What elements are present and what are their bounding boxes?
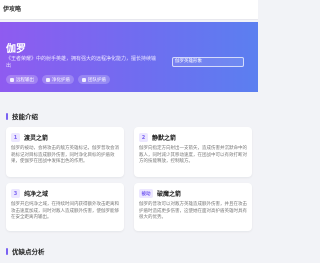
section-marker	[6, 247, 8, 255]
skill-number: 2	[139, 133, 148, 142]
tag-label: 远程输出	[16, 77, 34, 83]
skill-card[interactable]: 2 静默之箭 伽罗向指定方向射出一支箭矢，造成伤害并沉默命中的敌人，同时减少其移…	[134, 127, 252, 177]
skill-title: 渡灵之箭	[24, 135, 49, 142]
tag-icon	[82, 77, 86, 82]
skill-number: 被动	[139, 189, 153, 198]
section-label: 优缺点分析	[12, 248, 45, 256]
skill-description: 伽罗开启纯净之域，在持续时间内获得额外攻击距离和攻击速度加成，同时对敌人造成额外…	[11, 202, 119, 220]
skill-number: 3	[11, 189, 20, 198]
tag-chip[interactable]: 远程输出	[6, 75, 38, 84]
tag-icon	[46, 77, 50, 82]
hero-banner: 伽罗 《王者荣耀》中的射手英雄，拥有强大的远程净化能力，擅长持续输出 远程输出 …	[0, 22, 258, 92]
tag-chip[interactable]: 团队护盾	[78, 75, 110, 84]
skill-card-header: 1 渡灵之箭	[11, 133, 48, 142]
hero-image-alt: 伽罗英雄形象	[175, 59, 202, 64]
hero-image: 伽罗英雄形象	[172, 57, 244, 67]
hero-description: 《王者荣耀》中的射手英雄，拥有强大的远程净化能力，擅长持续输出	[6, 56, 157, 69]
skill-card[interactable]: 1 渡灵之箭 伽罗的被动，会将攻击的敌方英雄标记，伽罗普攻会消耗标记对目标造成额…	[6, 127, 124, 177]
skill-card-header: 被动 破魔之箭	[139, 189, 181, 198]
site-title: 伊攻略	[3, 6, 22, 13]
skill-number: 1	[11, 133, 20, 142]
skill-card-header: 2 静默之箭	[139, 133, 176, 142]
skill-card[interactable]: 3 纯净之域 伽罗开启纯净之域，在持续时间内获得额外攻击距离和攻击速度加成，同时…	[6, 183, 124, 231]
tag-icon	[10, 77, 14, 82]
skill-title: 静默之箭	[152, 135, 177, 142]
top-bar: 伊攻略	[0, 0, 258, 20]
section-marker	[6, 112, 8, 120]
hero-tags: 远程输出 净化护盾 团队护盾	[6, 75, 110, 84]
skill-card[interactable]: 被动 破魔之箭 伽罗的普攻可以对敌方英雄造成额外伤害，并且在攻击护盾时造成更多伤…	[134, 183, 252, 231]
hero-name: 伽罗	[6, 44, 26, 55]
skill-title: 破魔之箭	[157, 191, 182, 198]
skills-section-title: 技能介绍	[6, 111, 38, 121]
tag-chip[interactable]: 净化护盾	[42, 75, 74, 84]
skill-description: 伽罗的普攻可以对敌方英雄造成额外伤害，并且在攻击护盾时造成更多伤害，这使她在面对…	[139, 202, 247, 220]
skill-description: 伽罗的被动，会将攻击的敌方英雄标记，伽罗普攻会消耗标记对目标造成额外伤害，同时净…	[11, 146, 119, 164]
tag-label: 团队护盾	[88, 77, 106, 83]
tag-label: 净化护盾	[52, 77, 70, 83]
skill-description: 伽罗向指定方向射出一支箭矢，造成伤害并沉默命中的敌人，同时减少其移动速度，在团战…	[139, 146, 247, 164]
analysis-section-title: 优缺点分析	[6, 246, 45, 256]
skill-title: 纯净之域	[24, 191, 49, 198]
skill-card-header: 3 纯净之域	[11, 189, 48, 198]
section-label: 技能介绍	[12, 113, 38, 121]
